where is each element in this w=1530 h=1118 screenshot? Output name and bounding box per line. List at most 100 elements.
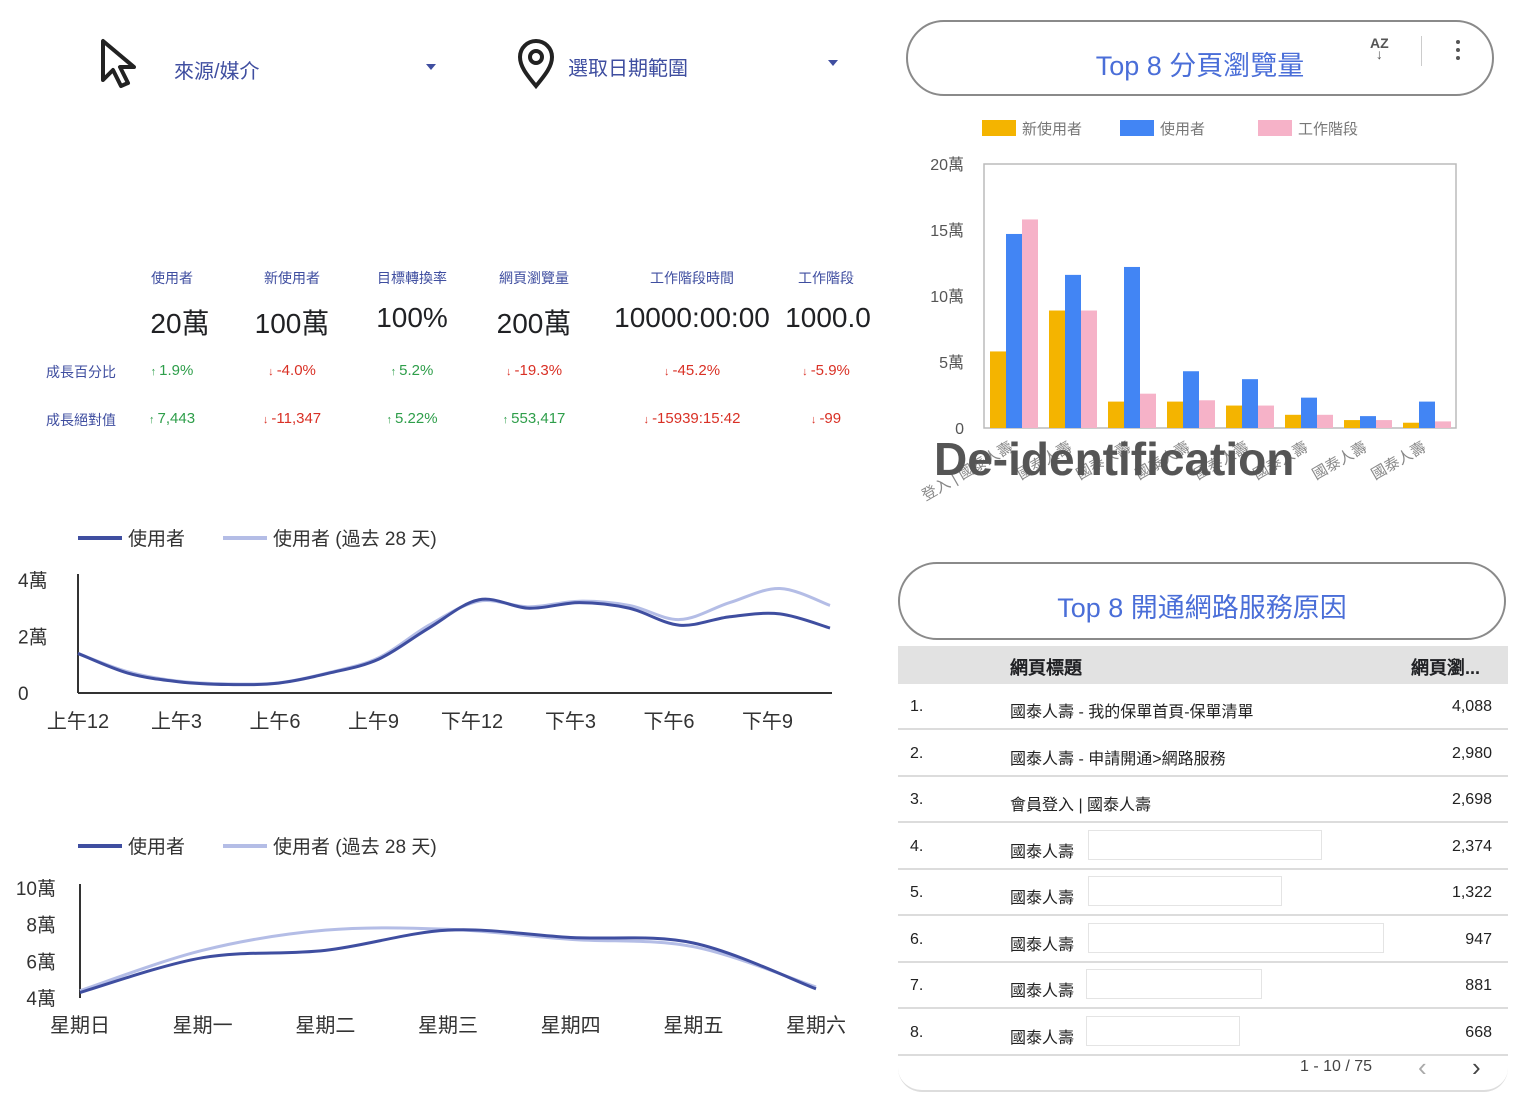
x-tick-label: 星期四 <box>541 1015 601 1037</box>
legend-label: 使用者 <box>1160 121 1205 138</box>
divider <box>1421 36 1422 66</box>
arrow-up-icon: ↑ <box>390 366 400 378</box>
bar[interactable] <box>1167 401 1183 428</box>
kpi-abs-delta: ↑ 5.22% <box>347 410 477 427</box>
row-value: 668 <box>1465 1023 1492 1041</box>
bar[interactable] <box>1285 414 1301 428</box>
bar[interactable] <box>1258 405 1274 428</box>
table-row[interactable]: 2. 國泰人壽 - 申請開通>網路服務 2,980 <box>898 731 1508 777</box>
source-medium-filter[interactable]: 來源/媒介 <box>96 36 446 96</box>
y-tick-label: 2萬 <box>18 627 48 649</box>
table-row[interactable]: 5. 國泰人壽 1,322 <box>898 870 1508 916</box>
kpi-delta-value: 7,443 <box>157 410 196 427</box>
y-tick-label: 4萬 <box>18 570 48 592</box>
x-tick-label: 星期一 <box>173 1015 233 1037</box>
chevron-down-icon[interactable] <box>828 60 838 66</box>
source-medium-label: 來源/媒介 <box>174 61 260 83</box>
legend-item: 使用者 (過去 28 天) <box>223 524 437 551</box>
bar[interactable] <box>1226 405 1242 428</box>
bar[interactable] <box>1081 310 1097 428</box>
bar[interactable] <box>1403 422 1419 428</box>
x-tick-label: 星期六 <box>786 1014 846 1037</box>
kpi-value: 200萬 <box>496 308 572 339</box>
y-tick-label: 4萬 <box>26 988 56 1010</box>
kpi-abs-delta: ↑ 553,417 <box>469 410 599 427</box>
kpi-delta-value: -99 <box>819 410 842 427</box>
column-header-pageviews[interactable]: 網頁瀏... <box>1411 654 1480 680</box>
row-number: 7. <box>910 977 924 994</box>
column-header-page-title[interactable]: 網頁標題 <box>1010 654 1082 680</box>
legend-item: 使用者 <box>78 832 185 859</box>
row-value: 4,088 <box>1451 698 1492 715</box>
bar[interactable] <box>1242 379 1258 428</box>
bar[interactable] <box>1108 401 1124 428</box>
bar[interactable] <box>1199 400 1215 428</box>
bar[interactable] <box>1022 219 1038 428</box>
kpi-delta-value: -5.9% <box>810 362 850 379</box>
kpi-pct-delta: ↓ -45.2% <box>627 362 757 379</box>
kpi-label: 網頁瀏覽量 <box>499 270 569 286</box>
bar[interactable] <box>1006 233 1022 428</box>
row-number: 6. <box>910 930 924 948</box>
bar[interactable] <box>1360 416 1376 428</box>
card-header: Top 8 開通網路服務原因 <box>898 562 1506 640</box>
x-tick-label: 星期二 <box>295 1015 355 1037</box>
hourly-users-chart: 0 2萬 4萬上午12 上午3 上午6 上午9 下午12 下午3 下午6 下午9 <box>18 570 832 733</box>
row-number: 1. <box>910 698 924 715</box>
date-range-filter[interactable]: 選取日期範圍 <box>512 36 847 96</box>
bar[interactable] <box>990 351 1006 428</box>
bar[interactable] <box>1435 421 1451 428</box>
date-range-label: 選取日期範圍 <box>568 58 688 80</box>
legend-swatch <box>1258 120 1292 136</box>
y-tick-label: 6萬 <box>26 951 56 973</box>
kpi-delta-value: -19.3% <box>514 362 563 379</box>
chevron-down-icon[interactable] <box>426 64 436 70</box>
bar[interactable] <box>1317 414 1333 428</box>
x-tick-label: 上午9 <box>348 710 399 733</box>
x-tick-label: 國泰人壽 <box>1310 439 1370 484</box>
location-pin-icon <box>517 39 555 90</box>
kpi-delta-value: 5.2% <box>399 362 434 379</box>
bar[interactable] <box>1140 393 1156 428</box>
table-row[interactable]: 8. 國泰人壽 668 <box>898 1010 1508 1056</box>
table-row[interactable]: 4. 國泰人壽 2,374 <box>898 824 1508 870</box>
kpi-pct-delta: ↑ 1.9% <box>107 362 237 379</box>
bar[interactable] <box>1065 274 1081 428</box>
row-value: 881 <box>1465 977 1492 994</box>
table-row[interactable]: 7. 國泰人壽 881 <box>898 963 1508 1009</box>
legend-label: 使用者 <box>128 529 186 550</box>
chevron-left-icon[interactable]: ‹ <box>1418 1052 1427 1083</box>
kpi-label: 使用者 <box>151 270 193 286</box>
table-row[interactable]: 1. 國泰人壽 - 我的保單首頁-保單清單 4,088 <box>898 684 1508 730</box>
kpi-abs-delta: ↓ -99 <box>761 410 891 427</box>
bar[interactable] <box>1124 266 1140 428</box>
bar[interactable] <box>1344 420 1360 428</box>
arrow-down-icon: ↓ <box>505 366 515 378</box>
kpi-value: 1000.0 <box>785 302 871 333</box>
bar[interactable] <box>1376 420 1392 428</box>
card-header: Top 8 分頁瀏覽量 AZ ↓ <box>906 20 1494 96</box>
growth-percent-label: 成長百分比 <box>46 364 116 380</box>
cursor-icon <box>101 39 136 88</box>
y-tick-label: 10萬 <box>16 878 56 900</box>
table-row[interactable]: 3. 會員登入 | 國泰人壽 2,698 <box>898 777 1508 823</box>
kpi-pct-delta: ↓ -5.9% <box>761 362 891 379</box>
x-tick-label: 星期三 <box>418 1015 478 1037</box>
row-number: 4. <box>910 837 924 855</box>
bar[interactable] <box>1049 310 1065 428</box>
row-title: 會員登入 | 國泰人壽 <box>1010 797 1152 814</box>
bar[interactable] <box>1419 401 1435 428</box>
redacted-box <box>1088 876 1282 906</box>
row-title: 國泰人壽 - 我的保單首頁-保單清單 <box>1010 704 1254 721</box>
row-value: 2,980 <box>1451 744 1492 762</box>
table-row[interactable]: 6. 國泰人壽 947 <box>898 917 1508 963</box>
more-options-icon[interactable] <box>1456 40 1462 64</box>
kpi-abs-delta: ↓ -11,347 <box>227 410 357 427</box>
legend-swatch <box>1120 120 1154 136</box>
legend-item: 使用者 (過去 28 天) <box>223 832 437 859</box>
sort-az-icon[interactable]: AZ ↓ <box>1370 36 1389 61</box>
bar[interactable] <box>1183 371 1199 428</box>
bar[interactable] <box>1301 397 1317 428</box>
y-tick-label: 20萬 <box>930 156 964 174</box>
chevron-right-icon[interactable]: › <box>1472 1052 1481 1083</box>
